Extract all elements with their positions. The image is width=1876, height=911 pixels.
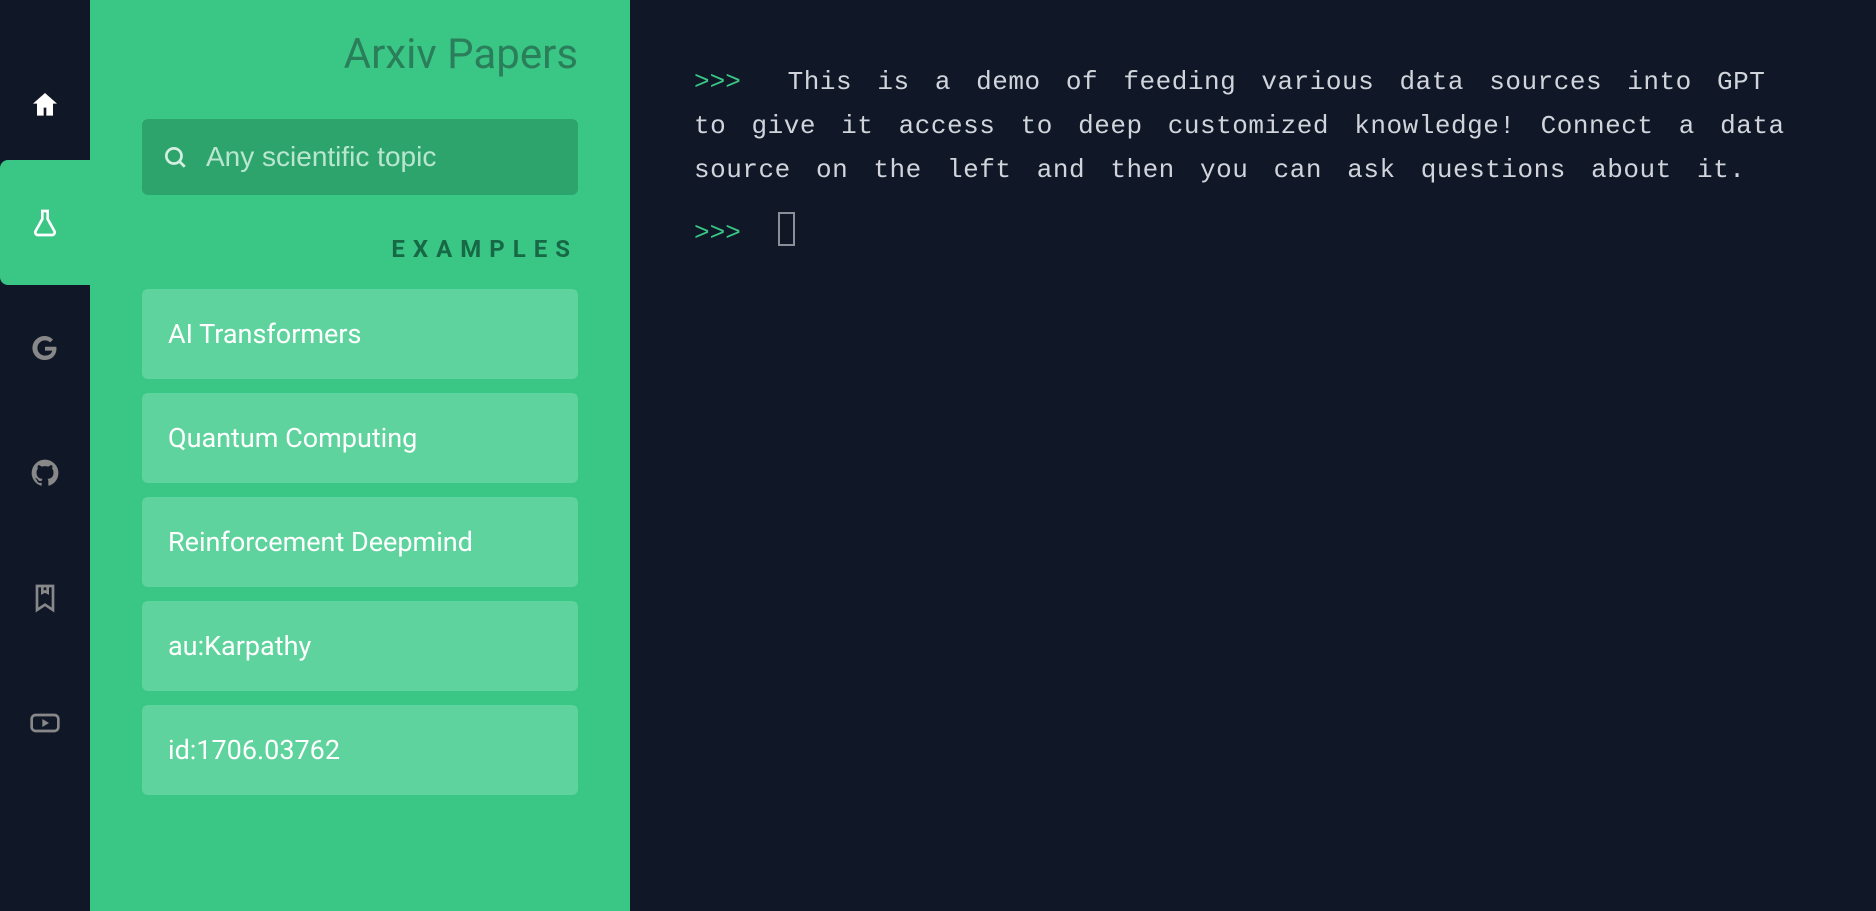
terminal-cursor <box>778 212 795 246</box>
example-item[interactable]: AI Transformers <box>142 289 578 379</box>
youtube-icon <box>29 707 61 739</box>
github-icon <box>29 457 61 489</box>
nav-home[interactable] <box>0 50 90 160</box>
flask-icon <box>29 207 61 239</box>
example-item-label: id:1706.03762 <box>168 734 340 766</box>
search-icon <box>162 144 188 170</box>
panel-title: Arxiv Papers <box>142 30 578 79</box>
terminal-area[interactable]: >>> This is a demo of feeding various da… <box>630 0 1876 911</box>
example-item[interactable]: id:1706.03762 <box>142 705 578 795</box>
prompt-marker: >>> <box>694 67 741 97</box>
bookmark-icon <box>29 582 61 614</box>
example-item-label: au:Karpathy <box>168 630 311 662</box>
nav-github[interactable] <box>0 410 90 535</box>
example-item[interactable]: au:Karpathy <box>142 601 578 691</box>
example-item[interactable]: Reinforcement Deepmind <box>142 497 578 587</box>
google-icon <box>29 332 61 364</box>
search-row[interactable] <box>142 119 578 195</box>
terminal-intro-block: >>> This is a demo of feeding various da… <box>694 60 1812 193</box>
nav-arxiv[interactable] <box>0 160 90 285</box>
terminal-input-line[interactable]: >>> <box>694 211 1812 255</box>
nav-google[interactable] <box>0 285 90 410</box>
nav-bookmark[interactable] <box>0 535 90 660</box>
search-input[interactable] <box>206 141 567 173</box>
nav-youtube[interactable] <box>0 660 90 785</box>
examples-header: EXAMPLES <box>142 235 578 263</box>
example-item-label: Reinforcement Deepmind <box>168 526 473 558</box>
icon-rail <box>0 0 90 911</box>
prompt-marker: >>> <box>694 218 741 248</box>
home-icon <box>29 89 61 121</box>
terminal-intro-text: This is a demo of feeding various data s… <box>694 67 1785 185</box>
example-item-label: AI Transformers <box>168 318 361 350</box>
arxiv-sidebar-panel: Arxiv Papers EXAMPLES AI Transformers Qu… <box>90 0 630 911</box>
example-item[interactable]: Quantum Computing <box>142 393 578 483</box>
example-item-label: Quantum Computing <box>168 422 417 454</box>
